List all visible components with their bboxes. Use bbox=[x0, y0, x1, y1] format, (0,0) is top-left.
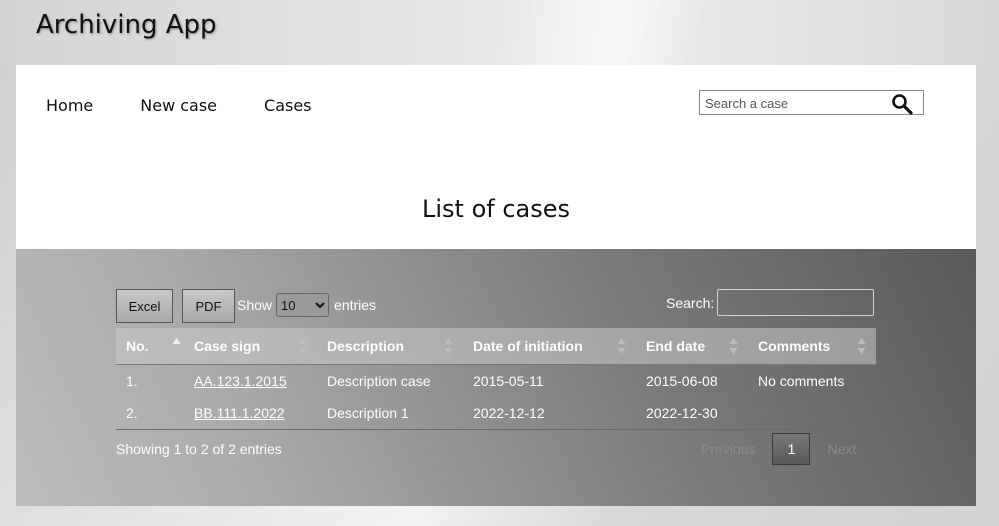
table-info: Showing 1 to 2 of 2 entries bbox=[116, 441, 282, 457]
entries-length-select[interactable]: 10 25 50 100 bbox=[276, 293, 330, 317]
nav-home-link[interactable]: Home bbox=[46, 96, 93, 115]
cell-comments: No comments bbox=[758, 372, 845, 389]
app-title: Archiving App bbox=[36, 10, 217, 40]
case-search-box bbox=[699, 90, 924, 115]
page-1-button[interactable]: 1 bbox=[772, 433, 811, 465]
table-row: 2. BB.111.1.2022 Description 1 2022-12-1… bbox=[116, 396, 876, 430]
cell-case-sign: AA.123.1.2015 bbox=[184, 364, 317, 397]
case-link[interactable]: BB.111.1.2022 bbox=[194, 405, 285, 421]
case-search-input[interactable] bbox=[705, 94, 885, 112]
column-label: No. bbox=[126, 337, 149, 354]
column-header-date-initiation[interactable]: Date of initiation bbox=[463, 328, 636, 365]
entries-length-control: Show 10 25 50 100 entries bbox=[237, 293, 376, 317]
table-filter: Search: bbox=[666, 289, 875, 316]
column-label: Comments bbox=[758, 337, 831, 354]
entries-label: entries bbox=[334, 297, 377, 313]
previous-page-button[interactable]: Previous bbox=[701, 441, 755, 457]
sort-ascending-icon bbox=[172, 338, 181, 344]
cell-date-initiation: 2022-12-12 bbox=[463, 396, 636, 430]
pagination: Previous 1 Next bbox=[701, 433, 856, 465]
main-nav: Home New case Cases bbox=[46, 96, 312, 115]
column-label: Date of initiation bbox=[473, 337, 583, 354]
column-header-case-sign[interactable]: Case sign bbox=[184, 328, 317, 365]
nav-new-case-link[interactable]: New case bbox=[140, 96, 217, 115]
sort-icon bbox=[444, 338, 453, 354]
column-header-comments[interactable]: Comments bbox=[748, 328, 876, 365]
top-panel: Home New case Cases List of cases bbox=[16, 65, 976, 249]
cell-comments bbox=[748, 396, 876, 430]
nav-cases-link[interactable]: Cases bbox=[264, 96, 312, 115]
table-row: 1. AA.123.1.2015 Description case 2015-0… bbox=[116, 364, 876, 397]
table-filter-input[interactable] bbox=[717, 289, 875, 316]
cell-end-date: 2022-12-30 bbox=[636, 396, 748, 430]
column-header-no[interactable]: No. bbox=[116, 328, 184, 365]
export-pdf-button[interactable]: PDF bbox=[182, 289, 235, 323]
sort-icon bbox=[298, 338, 307, 354]
cell-case-sign: BB.111.1.2022 bbox=[184, 396, 317, 430]
sort-icon bbox=[857, 338, 866, 354]
sort-icon bbox=[617, 338, 626, 354]
filter-label: Search: bbox=[666, 294, 715, 311]
table-header-row: No. Case sign Description Date of initia… bbox=[116, 328, 876, 365]
cell-end-date: 2015-06-08 bbox=[646, 372, 718, 389]
cell-date-initiation: 2015-05-11 bbox=[473, 372, 544, 389]
sort-icon bbox=[729, 338, 738, 354]
cell-description: Description case bbox=[327, 372, 431, 389]
column-label: Case sign bbox=[194, 337, 261, 354]
column-label: Description bbox=[327, 337, 405, 354]
cell-description: Description 1 bbox=[317, 396, 463, 430]
cases-panel: Excel PDF Show 10 25 50 100 entries Sear… bbox=[16, 249, 976, 506]
show-label: Show bbox=[237, 297, 273, 313]
export-excel-button[interactable]: Excel bbox=[116, 289, 173, 323]
column-header-description[interactable]: Description bbox=[317, 328, 463, 365]
cell-no: 2. bbox=[116, 396, 184, 430]
column-header-end-date[interactable]: End date bbox=[636, 328, 748, 365]
next-page-button[interactable]: Next bbox=[827, 441, 856, 457]
cell-no: 1. bbox=[126, 372, 138, 389]
page-title: List of cases bbox=[421, 195, 571, 223]
search-icon[interactable] bbox=[891, 93, 913, 115]
case-link[interactable]: AA.123.1.2015 bbox=[194, 373, 287, 389]
column-label: End date bbox=[646, 337, 706, 354]
cases-table: No. Case sign Description Date of initia… bbox=[116, 328, 876, 430]
